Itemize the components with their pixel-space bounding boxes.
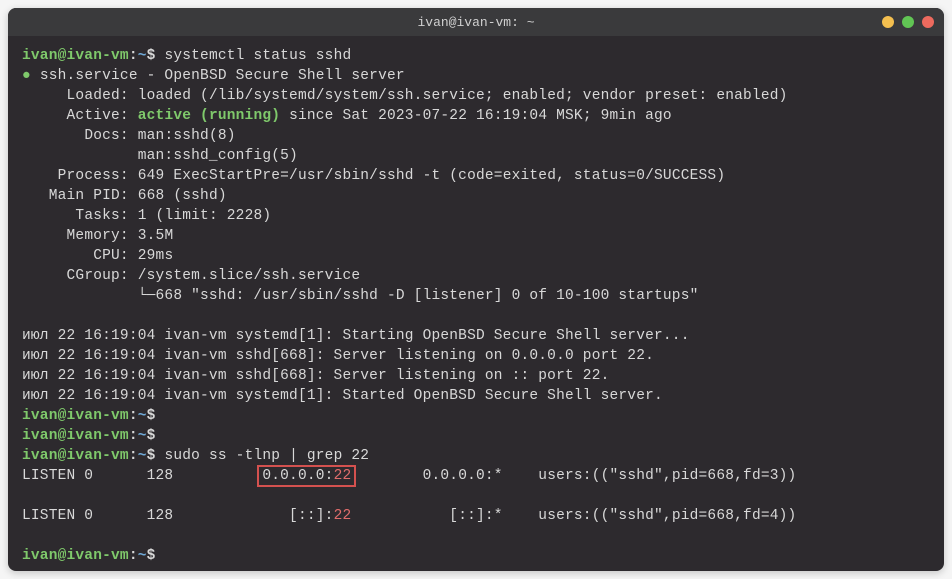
window-controls <box>882 16 934 28</box>
cgroup-label: CGroup: <box>67 268 129 284</box>
ss-row-2-port: 22 <box>334 508 352 524</box>
ss-row-1-port: 22 <box>334 468 352 484</box>
prompt-sep: : <box>129 48 138 64</box>
cpu-label: CPU: <box>93 248 129 264</box>
process-value: 649 ExecStartPre=/usr/sbin/sshd -t (code… <box>138 168 726 184</box>
cgroup-child: └─668 "sshd: /usr/sbin/sshd -D [listener… <box>138 288 699 304</box>
cgroup-value: /system.slice/ssh.service <box>138 268 361 284</box>
command-1: systemctl status sshd <box>164 48 351 64</box>
log-line-2: июл 22 16:19:04 ivan-vm sshd[668]: Serve… <box>22 348 654 364</box>
docs-line-2: man:sshd_config(5) <box>138 148 298 164</box>
ss-row-1-addr: 0.0.0.0: <box>262 468 333 484</box>
ss-row-1-pre: LISTEN 0 128 <box>22 468 262 484</box>
status-dot-icon: ● <box>22 68 31 84</box>
prompt-user: ivan@ivan-vm <box>22 408 129 424</box>
window-title: ivan@ivan-vm: ~ <box>417 15 534 30</box>
log-line-1: июл 22 16:19:04 ivan-vm systemd[1]: Star… <box>22 328 690 344</box>
mainpid-label: Main PID: <box>49 188 129 204</box>
ss-row-2-addr: [::]: <box>289 508 334 524</box>
maximize-button[interactable] <box>902 16 914 28</box>
active-since: since Sat 2023-07-22 16:19:04 MSK; 9min … <box>280 108 672 124</box>
log-line-3: июл 22 16:19:04 ivan-vm sshd[668]: Serve… <box>22 368 610 384</box>
minimize-button[interactable] <box>882 16 894 28</box>
prompt-user: ivan@ivan-vm <box>22 548 129 564</box>
prompt-sym: $ <box>147 48 165 64</box>
prompt-user: ivan@ivan-vm <box>22 48 129 64</box>
loaded-value: loaded (/lib/systemd/system/ssh.service;… <box>138 88 788 104</box>
prompt-user: ivan@ivan-vm <box>22 448 129 464</box>
memory-value: 3.5M <box>138 228 174 244</box>
terminal-window: ivan@ivan-vm: ~ ivan@ivan-vm:~$ systemct… <box>8 8 944 571</box>
terminal-body[interactable]: ivan@ivan-vm:~$ systemctl status sshd ● … <box>8 36 944 571</box>
mainpid-value: 668 (sshd) <box>138 188 227 204</box>
command-2: sudo ss -tlnp | grep 22 <box>164 448 369 464</box>
cpu-value: 29ms <box>138 248 174 264</box>
prompt-path: ~ <box>138 48 147 64</box>
titlebar[interactable]: ivan@ivan-vm: ~ <box>8 8 944 36</box>
memory-label: Memory: <box>67 228 129 244</box>
close-button[interactable] <box>922 16 934 28</box>
service-unit: ssh.service - OpenBSD Secure Shell serve… <box>40 68 405 84</box>
active-label: Active: <box>67 108 129 124</box>
log-line-4: июл 22 16:19:04 ivan-vm systemd[1]: Star… <box>22 388 663 404</box>
ss-row-1-post: 0.0.0.0:* users:(("sshd",pid=668,fd=3)) <box>351 468 796 484</box>
active-state: active (running) <box>138 108 280 124</box>
tasks-label: Tasks: <box>75 208 128 224</box>
ss-row-2-post: [::]:* users:(("sshd",pid=668,fd=4)) <box>351 508 796 524</box>
prompt-user: ivan@ivan-vm <box>22 428 129 444</box>
loaded-label: Loaded: <box>67 88 129 104</box>
tasks-value: 1 (limit: 2228) <box>138 208 272 224</box>
process-label: Process: <box>58 168 129 184</box>
docs-label: Docs: <box>84 128 129 144</box>
ss-row-2-pre: LISTEN 0 128 <box>22 508 289 524</box>
docs-line-1: man:sshd(8) <box>138 128 236 144</box>
highlight-box: 0.0.0.0:22 <box>257 465 356 487</box>
